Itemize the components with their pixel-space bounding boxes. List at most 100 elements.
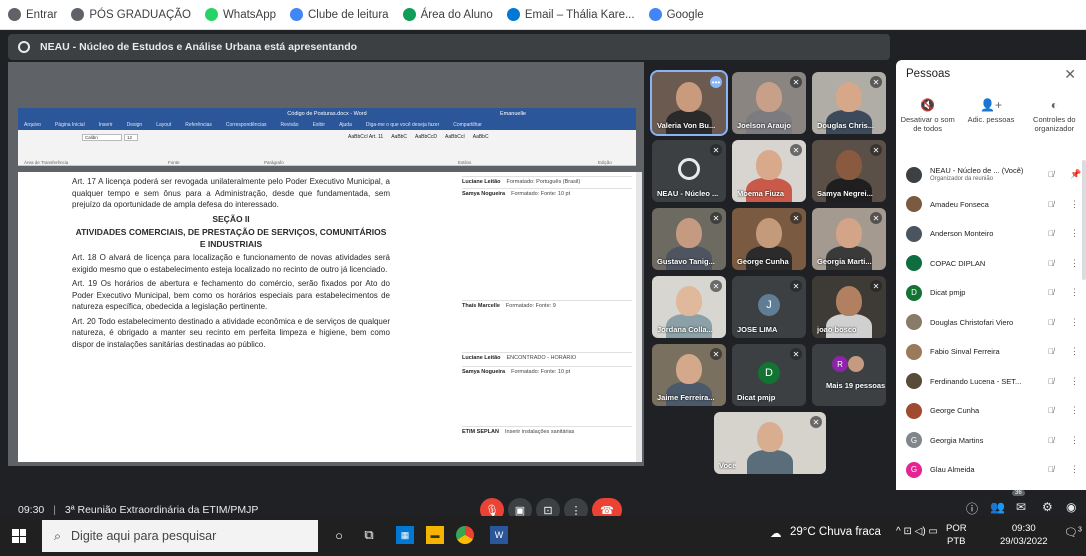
people-scrollbar[interactable] [1082,160,1086,280]
participant-tile[interactable]: R Mais 19 pessoas [812,344,886,406]
mic-off-icon[interactable]: 🎙̸ [1048,347,1054,356]
participant-tile[interactable]: ✕ joao bosco [812,276,886,338]
mic-off-icon[interactable]: 🎙̸ [1048,170,1054,179]
taskbar-clock[interactable]: 09:30 29/03/2022 [1000,522,1048,548]
participant-tile[interactable]: ✕ Você [714,412,826,474]
hang-up-icon: ☎ [600,504,614,517]
file-explorer-icon[interactable]: ▬ [426,526,444,544]
person-name-block: George Cunha [930,406,1036,415]
more-icon[interactable]: ⋮ [1070,346,1079,357]
word-tab: Ajuda [339,122,352,128]
bookmark-item[interactable]: WhatsApp [204,8,276,21]
mic-off-icon[interactable]: 🎙̸ [1048,259,1054,268]
mic-off-icon: ✕ [710,280,722,292]
people-list-item[interactable]: George Cunha 🎙̸ ⋮ [896,396,1086,426]
participant-tile[interactable]: ✕ Samya Negrei... [812,140,886,202]
word-ribbon-tabs: Arquivo Página Inicial Inserir Design Layout… [18,120,636,130]
people-action-button[interactable]: 👤+ Adic. pessoas [961,98,1021,158]
whatsapp-icon [204,8,218,21]
participant-tile[interactable]: ✕ NEAU - Núcleo ... [652,140,726,202]
people-list-item[interactable]: D Dicat pmjp 🎙̸ ⋮ [896,278,1086,308]
language-top: POR [946,523,967,534]
participant-face [756,218,782,248]
presenting-banner: NEAU - Núcleo de Estudos e Análise Urban… [8,34,890,60]
participant-tile[interactable]: ✕ Jordana Colla... [652,276,726,338]
weather-icon[interactable]: ☁ [770,526,782,540]
people-list-item[interactable]: Anderson Monteiro 🎙̸ ⋮ [896,219,1086,249]
mic-off-icon[interactable]: 🎙̸ [1048,406,1054,415]
more-icon[interactable]: ⋮ [1070,464,1079,475]
people-list-item[interactable]: Ferdinando Lucena - SET... 🎙̸ ⋮ [896,367,1086,397]
mic-off-icon[interactable]: 🎙̸ [1048,436,1054,445]
people-list-item[interactable]: Douglas Christofari Viero 🎙̸ ⋮ [896,308,1086,338]
language-indicator[interactable]: POR PTB [946,522,967,548]
people-list-item[interactable]: G Glau Almeida 🎙̸ ⋮ [896,455,1086,485]
participant-tile[interactable]: ✕ Gustavo Tanig... [652,208,726,270]
mic-off-icon[interactable]: 🎙̸ [1048,318,1054,327]
people-action-button[interactable]: 🔇 Desativar o som de todos [898,98,958,158]
participant-tile[interactable]: ✕ George Cunha [732,208,806,270]
word-icon[interactable]: W [490,526,508,544]
more-icon[interactable]: ⋮ [1070,405,1079,416]
avatar [906,314,922,331]
bookmark-item[interactable]: Entrar [8,8,57,21]
more-icon[interactable]: ⋮ [1070,376,1079,387]
participant-tile[interactable]: ✕ Georgia Marti... [812,208,886,270]
person-name-block: Amadeu Fonseca [930,200,1036,209]
presenting-icon [678,158,700,180]
activities-icon[interactable]: ⚙ [1042,500,1053,514]
participant-tile[interactable]: J ✕ JOSE LIMA [732,276,806,338]
bookmark-item[interactable]: Clube de leitura [290,8,389,21]
bookmark-item[interactable]: Área do Aluno [402,8,493,21]
taskbar-search[interactable]: ⌕ Digite aqui para pesquisar [42,520,318,552]
participant-face [756,82,782,112]
participant-tile[interactable]: ••• Valeria Von Bu... [650,70,728,136]
bookmark-item[interactable]: PÓS GRADUAÇÃO [71,8,191,21]
tray-icons[interactable]: ^ ⊡ ◁) ▭ [896,526,938,537]
comment-author: Samya Nogueira [462,191,506,197]
more-icon[interactable]: ⋮ [1070,317,1079,328]
more-icon[interactable]: ⋮ [1070,258,1079,269]
task-view-icon[interactable]: ⧉ [360,526,378,544]
more-icon[interactable]: ⋮ [1070,287,1079,298]
people-list-item[interactable]: NEAU - Núcleo de ... (Você) Organizador d… [896,160,1086,190]
mic-off-icon: 🎙 [485,504,499,517]
bookmark-label: PÓS GRADUAÇÃO [89,8,191,21]
people-list-item[interactable]: COPAC DIPLAN 🎙̸ ⋮ [896,249,1086,279]
more-icon[interactable]: ⋮ [1070,199,1079,210]
weather-text[interactable]: 29°C Chuva fraca [790,526,881,538]
notification-icon[interactable]: 🗨3 [1064,526,1082,539]
participant-tile[interactable]: D ✕ Dicat pmjp [732,344,806,406]
participant-tile[interactable]: ✕ Moema Fiuza [732,140,806,202]
notification-count: 3 [1077,526,1082,534]
host-controls-icon[interactable]: ◉ [1066,500,1076,514]
participant-tile[interactable]: ✕ Jaime Ferreira... [652,344,726,406]
people-icon[interactable]: 👥 [990,500,1005,514]
people-list-item[interactable]: G Georgia Martins 🎙̸ ⋮ [896,426,1086,456]
participant-tile[interactable]: ✕ Joelson Araujo [732,72,806,134]
more-icon[interactable]: ⋮ [1070,228,1079,239]
calculator-icon[interactable]: ▦ [396,526,414,544]
word-ribbon: Calibri 12 AaBbCcI Art. 11 AaBbC AaBbCcD Aa… [18,130,636,166]
chrome-icon[interactable] [456,526,474,544]
more-icon[interactable]: ⋮ [1070,435,1079,446]
mic-off-icon[interactable]: 🎙̸ [1048,200,1054,209]
style-item: AaBbCcD [415,134,437,140]
people-list-item[interactable]: Fabio Sinval Ferreira 🎙̸ ⋮ [896,337,1086,367]
people-list-item[interactable]: Amadeu Fonseca 🎙̸ ⋮ [896,190,1086,220]
bookmark-item[interactable]: Email – Thália Kare... [506,8,635,21]
participant-tile[interactable]: ✕ Douglas Chris... [812,72,886,134]
bookmark-item[interactable]: Google [648,8,704,21]
person-name: Dicat pmjp [930,288,966,298]
mic-off-icon[interactable]: 🎙̸ [1048,288,1054,297]
mic-off-icon[interactable]: 🎙̸ [1048,377,1054,386]
mic-off-icon[interactable]: 🎙̸ [1048,465,1054,474]
chat-icon[interactable]: ✉ [1016,500,1026,514]
info-icon[interactable]: ⓘ [966,500,978,517]
pin-icon[interactable]: 📌 [1070,169,1081,180]
windows-start-icon[interactable] [12,529,26,543]
people-action-button[interactable]: ◐ Controles do organizador [1024,98,1084,158]
close-icon[interactable]: ✕ [1064,66,1076,83]
cortana-icon[interactable]: ○ [330,526,348,544]
mic-off-icon[interactable]: 🎙̸ [1048,229,1054,238]
